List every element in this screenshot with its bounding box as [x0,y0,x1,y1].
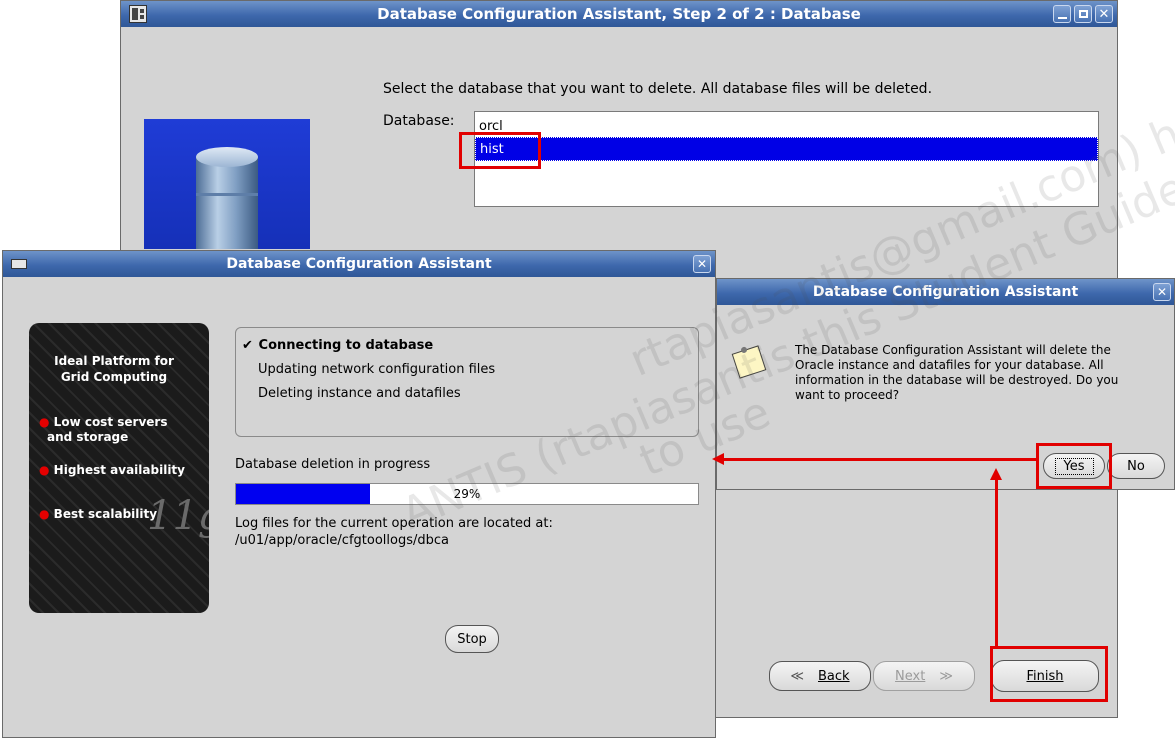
next-button: Next ≫ [873,661,975,691]
database-cylinder-icon [196,147,258,249]
banner-headline: Ideal Platform for Grid Computing [39,353,189,385]
banner-bullet-text: Low cost servers [53,415,168,429]
progress-bar-text: 29% [453,487,481,501]
banner-bullet-text: Best scalability [53,507,158,521]
chevron-left-icon: ≪ [790,668,805,684]
log-info: Log files for the current operation are … [235,515,553,549]
highlight-hist [459,132,541,169]
progress-window: Database Configuration Assistant ✕ Ideal… [2,250,716,738]
confirm-dialog-title: Database Configuration Assistant [812,284,1079,300]
step-label: Deleting instance and datafiles [258,386,461,401]
progress-window-title: Database Configuration Assistant [226,256,492,272]
database-illustration [144,119,310,249]
status-text: Database deletion in progress [235,457,431,472]
highlight-yes [1036,443,1112,489]
banner-bullet-text: Highest availability [53,463,185,477]
minimize-icon[interactable] [1053,5,1071,23]
step-item: Deleting instance and datafiles [242,382,692,406]
note-icon [731,345,767,379]
banner-headline-line: Grid Computing [60,370,168,384]
checkmark-icon: ✔ [242,338,253,353]
window-app-icon [129,5,147,23]
steps-panel: ✔ Connecting to database Updating networ… [235,327,699,437]
confirm-message-line: want to proceed? [795,388,900,402]
no-button[interactable]: No [1107,453,1165,479]
log-path: /u01/app/oracle/cfgtoollogs/dbca [235,533,449,548]
close-icon[interactable]: ✕ [693,255,711,273]
arrow-yes-to-progress [722,458,1036,461]
confirm-message-line: information in the database will be dest… [795,373,1119,387]
close-icon[interactable]: ✕ [1153,283,1171,301]
confirm-message-line: Oracle instance and datafiles for your d… [795,358,1104,372]
step-item: ✔ Connecting to database [242,334,692,358]
back-button[interactable]: ≪ Back [769,661,871,691]
step-window-title: Database Configuration Assistant, Step 2… [377,5,861,23]
maximize-icon[interactable] [1074,5,1092,23]
highlight-finish [990,646,1108,702]
banner-bullet: ● Highest availability [39,463,185,477]
step-label: Connecting to database [258,338,434,353]
arrow-finish-to-yes [995,478,998,646]
progress-bar: 29% [235,483,699,505]
banner-bullet-text: and storage [47,430,129,444]
database-list[interactable]: orcl hist [474,111,1099,207]
arrow-head-up-icon [990,468,1002,480]
database-list-item-orcl[interactable]: orcl [475,117,1098,137]
stop-button-label: Stop [457,631,487,647]
no-button-label: No [1127,458,1145,474]
stop-button[interactable]: Stop [445,625,499,653]
log-info-line: Log files for the current operation are … [235,516,553,531]
confirm-dialog-titlebar[interactable]: Database Configuration Assistant ✕ [717,279,1174,305]
database-label: Database: [383,113,455,129]
window-menu-icon[interactable] [11,259,27,269]
banner-bullet: ● Best scalability [39,507,158,521]
progress-window-titlebar[interactable]: Database Configuration Assistant ✕ [3,251,715,277]
step-window-titlebar[interactable]: Database Configuration Assistant, Step 2… [121,1,1117,27]
back-button-label: Back [818,668,850,684]
next-button-label: Next [895,668,926,684]
step-label: Updating network configuration files [258,362,496,377]
confirm-message-line: The Database Configuration Assistant wil… [795,343,1111,357]
promo-banner: Ideal Platform for Grid Computing ● Low … [29,323,209,613]
banner-headline-line: Ideal Platform for [54,354,174,368]
confirm-message: The Database Configuration Assistant wil… [795,343,1118,403]
step-item: Updating network configuration files [242,358,692,382]
oracle-11g-logo: 11g [147,493,209,539]
instruction-text: Select the database that you want to del… [383,81,933,97]
chevron-right-icon: ≫ [939,668,953,684]
database-list-item-hist[interactable]: hist [475,137,1098,161]
arrow-head-left-icon [712,453,724,465]
banner-bullet: ● Low cost servers and storage [39,415,168,444]
close-icon[interactable]: ✕ [1095,5,1113,23]
